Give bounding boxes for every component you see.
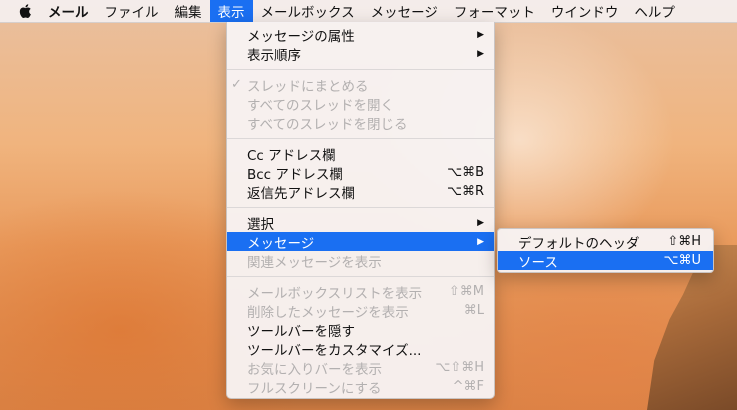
message-submenu: デフォルトのヘッダ ⇧⌘H ソース ⌥⌘U (497, 228, 714, 273)
menu-item-label: メッセージ (247, 235, 315, 252)
apple-icon (19, 4, 31, 19)
submenu-arrow-icon: ▶ (477, 236, 484, 247)
menu-item-message-attributes[interactable]: メッセージの属性 ▶ (227, 25, 494, 45)
menu-bar: メール ファイル 編集 表示 メールボックス メッセージ フォーマット ウインド… (0, 0, 737, 23)
submenu-item-source[interactable]: ソース ⌥⌘U (498, 251, 713, 271)
menu-item-label: すべてのスレッドを開く (247, 97, 395, 114)
menu-item-reply-to-field[interactable]: 返信先アドレス欄 ⌥⌘R (227, 182, 494, 202)
keyboard-shortcut: ^⌘F (452, 379, 484, 394)
menu-item-related-messages: 関連メッセージを表示 (227, 251, 494, 271)
menu-item-sort-order[interactable]: 表示順序 ▶ (227, 44, 494, 64)
menu-item-label: お気に入りバーを表示 (247, 361, 382, 378)
keyboard-shortcut: ⇧⌘M (448, 284, 484, 299)
menu-item-hide-toolbar[interactable]: ツールバーを隠す (227, 320, 494, 340)
menubar-item-window[interactable]: ウインドウ (543, 0, 627, 22)
checkmark-icon: ✓ (231, 77, 242, 92)
menu-item-show-favorites-bar: お気に入りバーを表示 ⌥⇧⌘H (227, 358, 494, 378)
menu-separator (227, 138, 494, 139)
menu-item-label: ツールバーを隠す (247, 323, 355, 340)
keyboard-shortcut: ⌥⇧⌘H (435, 360, 484, 375)
menu-item-label: Cc アドレス欄 (247, 147, 336, 164)
menu-item-close-all-threads: すべてのスレッドを閉じる (227, 113, 494, 133)
keyboard-shortcut: ⌥⌘R (446, 184, 484, 199)
menu-item-open-all-threads: すべてのスレッドを開く (227, 94, 494, 114)
menu-item-label: 選択 (247, 216, 274, 233)
view-menu: メッセージの属性 ▶ 表示順序 ▶ ✓ スレッドにまとめる すべてのスレッドを開… (226, 22, 495, 399)
menubar-item-format[interactable]: フォーマット (446, 0, 543, 22)
menubar-item-message[interactable]: メッセージ (363, 0, 446, 22)
menu-item-label: デフォルトのヘッダ (518, 235, 640, 252)
menu-item-label: 表示順序 (247, 47, 301, 64)
menu-separator (227, 276, 494, 277)
menu-item-customize-toolbar[interactable]: ツールバーをカスタマイズ... (227, 339, 494, 359)
menu-item-label: すべてのスレッドを閉じる (247, 116, 408, 133)
submenu-arrow-icon: ▶ (477, 29, 484, 40)
menubar-item-help[interactable]: ヘルプ (626, 0, 683, 22)
menu-item-label: 返信先アドレス欄 (247, 185, 355, 202)
menu-item-label: ソース (518, 254, 558, 271)
menubar-item-mail[interactable]: メール (40, 0, 97, 22)
keyboard-shortcut: ⌥⌘B (447, 165, 484, 180)
keyboard-shortcut: ⇧⌘H (667, 234, 701, 249)
menu-item-enter-fullscreen: フルスクリーンにする ^⌘F (227, 377, 494, 397)
menu-separator (227, 69, 494, 70)
menu-item-label: メッセージの属性 (247, 28, 355, 45)
menu-item-show-deleted-messages: 削除したメッセージを表示 ⌘L (227, 301, 494, 321)
menu-item-select[interactable]: 選択 ▶ (227, 213, 494, 233)
menubar-item-file[interactable]: ファイル (97, 0, 167, 22)
menubar-item-edit[interactable]: 編集 (167, 0, 210, 22)
menu-item-label: Bcc アドレス欄 (247, 166, 343, 183)
submenu-item-default-headers[interactable]: デフォルトのヘッダ ⇧⌘H (498, 232, 713, 252)
keyboard-shortcut: ⌥⌘U (663, 253, 702, 268)
menubar-item-view[interactable]: 表示 (209, 0, 253, 22)
menu-item-organize-threads: ✓ スレッドにまとめる (227, 75, 494, 95)
apple-menu[interactable] (10, 0, 40, 22)
menu-item-show-mailbox-list: メールボックスリストを表示 ⇧⌘M (227, 282, 494, 302)
menu-item-label: 削除したメッセージを表示 (247, 304, 409, 321)
menu-item-label: ツールバーをカスタマイズ... (247, 342, 422, 359)
keyboard-shortcut: ⌘L (463, 303, 484, 318)
menu-item-message[interactable]: メッセージ ▶ (227, 232, 494, 252)
menu-item-cc-field[interactable]: Cc アドレス欄 (227, 144, 494, 164)
menu-item-label: フルスクリーンにする (247, 380, 382, 397)
menu-item-label: メールボックスリストを表示 (247, 285, 423, 302)
submenu-arrow-icon: ▶ (477, 217, 484, 228)
menubar-item-mailbox[interactable]: メールボックス (253, 0, 363, 22)
menu-separator (227, 207, 494, 208)
menu-item-label: スレッドにまとめる (247, 78, 369, 95)
submenu-arrow-icon: ▶ (477, 48, 484, 59)
menu-item-label: 関連メッセージを表示 (247, 254, 382, 271)
menu-item-bcc-field[interactable]: Bcc アドレス欄 ⌥⌘B (227, 163, 494, 183)
